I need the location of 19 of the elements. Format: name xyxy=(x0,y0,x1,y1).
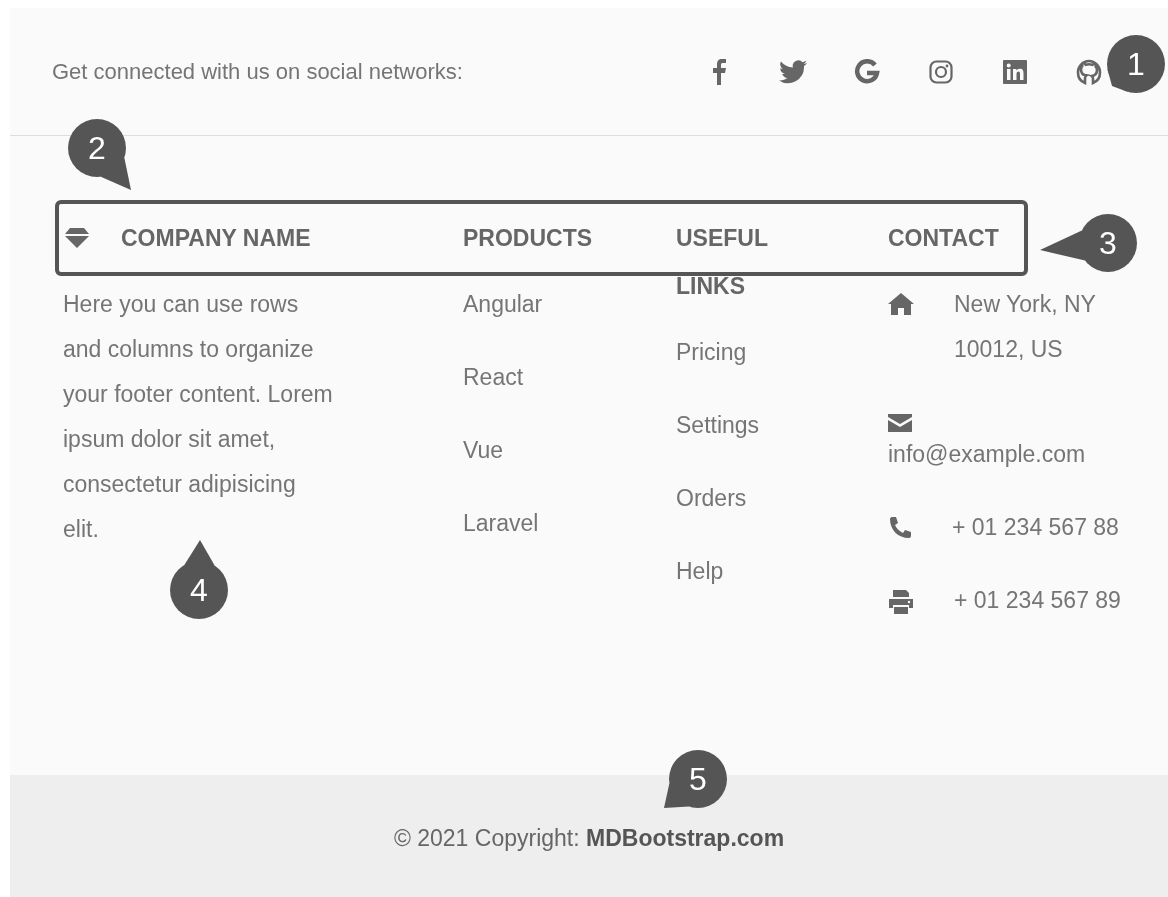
column-heading: USEFUL LINKS xyxy=(676,224,769,301)
footer-link[interactable]: Help xyxy=(676,549,724,594)
contact-text: info@example.com xyxy=(888,440,1086,469)
footer-link[interactable]: Laravel xyxy=(463,501,539,546)
callout-badge: 1 xyxy=(1105,33,1167,95)
footer-link[interactable]: Pricing xyxy=(676,330,747,375)
footer-link[interactable]: Angular xyxy=(463,282,543,327)
footer-link[interactable]: Settings xyxy=(676,403,760,448)
footer-link[interactable]: React xyxy=(463,355,524,400)
contact-text: + 01 234 567 88 xyxy=(952,513,1119,542)
contact-text: + 01 234 567 89 xyxy=(954,586,1121,615)
social-caption: Get connected with us on social networks: xyxy=(52,58,464,85)
column-heading: PRODUCTS xyxy=(463,224,593,253)
footer-link[interactable]: Orders xyxy=(676,476,747,521)
contact-text: New York, NY 10012, US xyxy=(954,290,1097,364)
copyright-text: © 2021 Copyright: MDBootstrap.com xyxy=(393,824,785,852)
column-heading: COMPANY NAME xyxy=(121,224,311,253)
footer-link[interactable]: Vue xyxy=(463,428,504,473)
column-heading: CONTACT xyxy=(888,224,999,253)
